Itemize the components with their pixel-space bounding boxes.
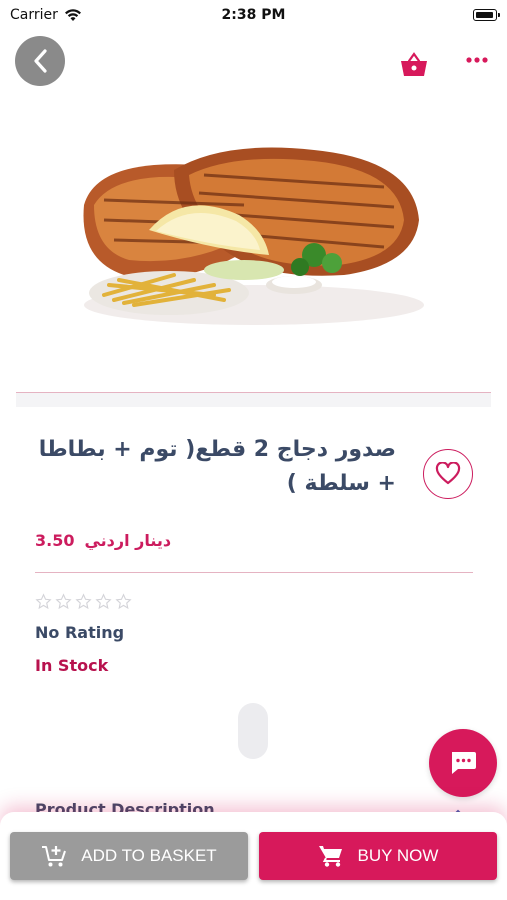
- rating-text: No Rating: [35, 623, 125, 642]
- chevron-left-icon: [34, 49, 47, 73]
- food-photo-illustration: [83, 147, 424, 325]
- price-row: 3.50 دينار اردني: [35, 531, 171, 550]
- scroll-indicator[interactable]: [238, 703, 268, 759]
- star-icon: [35, 593, 52, 610]
- cart-icon: [318, 846, 342, 867]
- status-time: 2:38 PM: [221, 7, 286, 23]
- star-icon: [75, 593, 92, 610]
- more-dots-icon[interactable]: [464, 52, 490, 68]
- add-to-basket-button[interactable]: ADD TO BASKET: [10, 832, 248, 880]
- product-card: صدور دجاج 2 قطع( توم + بطاطا + سلطة ) 3.…: [16, 392, 491, 832]
- status-bar: Carrier 2:38 PM: [0, 0, 507, 30]
- battery-icon: [473, 9, 500, 21]
- bottom-action-bar: ADD TO BASKET BUY NOW: [0, 812, 507, 900]
- rating-stars: [35, 593, 132, 610]
- price-currency: دينار اردني: [84, 531, 172, 550]
- favorite-button[interactable]: [423, 449, 473, 499]
- product-title: صدور دجاج 2 قطع( توم + بطاطا + سلطة ): [38, 437, 396, 496]
- buy-now-button[interactable]: BUY NOW: [259, 832, 497, 880]
- star-icon: [95, 593, 112, 610]
- add-to-basket-label: ADD TO BASKET: [81, 846, 217, 865]
- stock-status: In Stock: [35, 656, 109, 675]
- heart-icon: [435, 462, 461, 485]
- buy-now-label: BUY NOW: [357, 846, 439, 865]
- back-button[interactable]: [15, 36, 65, 86]
- add-cart-icon: [42, 846, 67, 867]
- chat-icon: [452, 752, 476, 774]
- divider: [35, 572, 473, 573]
- star-icon: [55, 593, 72, 610]
- product-image: [0, 90, 507, 390]
- chat-button[interactable]: [429, 729, 497, 797]
- star-icon: [115, 593, 132, 610]
- price-value: 3.50: [35, 531, 75, 550]
- basket-icon[interactable]: [399, 50, 429, 80]
- product-details: صدور دجاج 2 قطع( توم + بطاطا + سلطة ) 3.…: [16, 407, 491, 827]
